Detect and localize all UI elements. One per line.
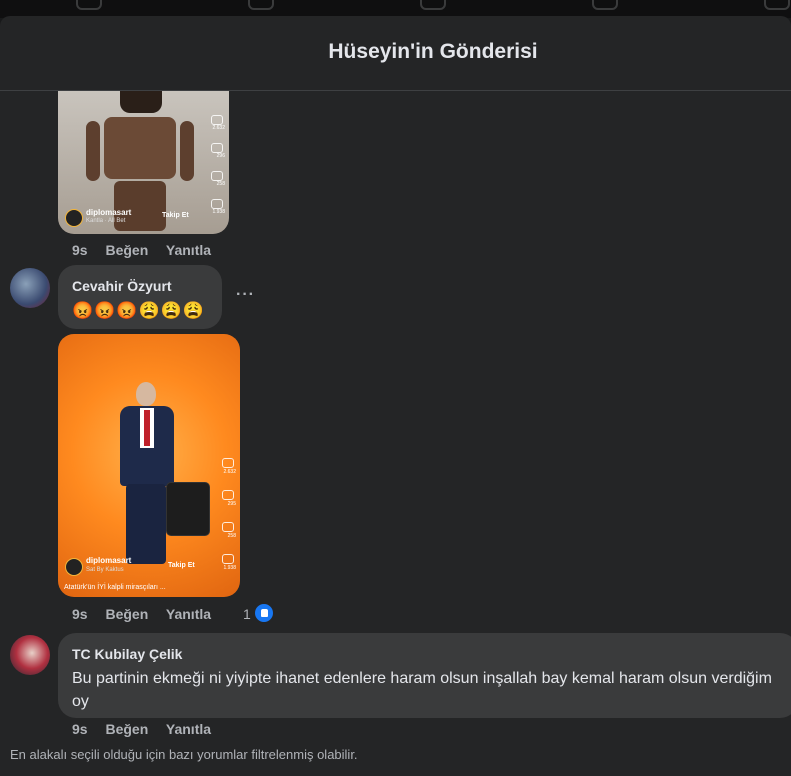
heart-icon: [222, 458, 234, 468]
gaming-icon[interactable]: [764, 0, 790, 10]
like-count: 2.632: [223, 469, 236, 475]
comment-text: Bu partinin ekmeği ni yiyipte ihanet ede…: [72, 670, 772, 710]
comment-author[interactable]: Cevahir Özyurt: [72, 278, 172, 294]
media-avatar: [65, 209, 83, 227]
marketplace-icon[interactable]: [420, 0, 446, 10]
person-head: [136, 382, 156, 406]
media-username: diplomasart: [86, 556, 132, 565]
comment-time[interactable]: 9s: [72, 721, 88, 737]
media-follow: Takip Et: [168, 562, 195, 569]
reaction-count[interactable]: 1: [243, 606, 251, 622]
groups-icon[interactable]: [592, 0, 618, 10]
comment-count: 295: [227, 501, 236, 507]
comment-icon: [222, 490, 234, 500]
comment-bubble: Cevahir Özyurt 😡😡😡😩😩😩: [58, 265, 222, 329]
more-options-button[interactable]: ···: [236, 286, 255, 304]
suitcase: [166, 482, 210, 536]
like-button[interactable]: Beğen: [105, 606, 148, 622]
reply-button[interactable]: Yanıtla: [166, 721, 211, 737]
person-legs: [126, 484, 166, 564]
share-count: 1.938: [223, 565, 236, 571]
video-icon[interactable]: [248, 0, 274, 10]
dialog-header: Hüseyin'in Gönderisi: [0, 16, 791, 91]
comment-icon: [211, 143, 223, 153]
home-icon[interactable]: [76, 0, 102, 10]
comment-count: 296: [216, 153, 225, 159]
media-follow: Takip Et: [162, 212, 189, 219]
comment-actions: 9s Beğen Yanıtla: [72, 606, 225, 622]
reply-button[interactable]: Yanıtla: [166, 242, 211, 258]
media-avatar: [65, 558, 83, 576]
avatar[interactable]: [10, 635, 50, 675]
heart-icon: [211, 115, 223, 125]
media-username: diplomasart: [86, 208, 132, 217]
post-dialog: Hüseyin'in Gönderisi 2.632 296 258 1.938…: [0, 16, 791, 776]
person-tie: [144, 410, 150, 446]
comment-actions: 9s Beğen Yanıtla: [72, 721, 225, 737]
comment-author[interactable]: TC Kubilay Çelik: [72, 646, 182, 662]
puppet-arm: [86, 121, 100, 181]
like-button[interactable]: Beğen: [105, 242, 148, 258]
repost-count: 258: [216, 181, 225, 187]
media-caption: Atatürk'ün İYİ kalpli mirasçıları ...: [64, 584, 166, 591]
comment-actions: 9s Beğen Yanıtla: [72, 242, 225, 258]
puppet-arm: [180, 121, 194, 181]
repost-icon: [211, 171, 223, 181]
repost-icon: [222, 522, 234, 532]
comment-time[interactable]: 9s: [72, 606, 88, 622]
comment-time[interactable]: 9s: [72, 242, 88, 258]
like-button[interactable]: Beğen: [105, 721, 148, 737]
puppet-body: [104, 117, 176, 179]
dialog-title: Hüseyin'in Gönderisi: [328, 40, 538, 63]
reply-button[interactable]: Yanıtla: [166, 606, 211, 622]
like-reaction-icon[interactable]: [253, 602, 275, 624]
avatar[interactable]: [10, 268, 50, 308]
share-icon: [222, 554, 234, 564]
share-icon: [211, 199, 223, 209]
media-subtitle: Kantla · All Bet: [86, 218, 126, 224]
filter-note: En alakalı seçili olduğu için bazı yorum…: [10, 747, 358, 762]
puppet-head: [120, 91, 162, 113]
like-count: 2.632: [212, 125, 225, 131]
repost-count: 258: [227, 533, 236, 539]
share-count: 1.938: [212, 209, 225, 215]
comment-emojis: 😡😡😡😩😩😩: [72, 301, 206, 320]
comment-bubble: TC Kubilay Çelik Bu partinin ekmeği ni y…: [58, 633, 791, 718]
comment-image-puppet[interactable]: 2.632 296 258 1.938 diplomasart Kantla ·…: [58, 91, 229, 234]
media-subtitle: Sat By Kaktus: [86, 567, 124, 573]
comment-image-politician[interactable]: 2.632 295 258 1.938 diplomasart Sat By K…: [58, 334, 240, 597]
